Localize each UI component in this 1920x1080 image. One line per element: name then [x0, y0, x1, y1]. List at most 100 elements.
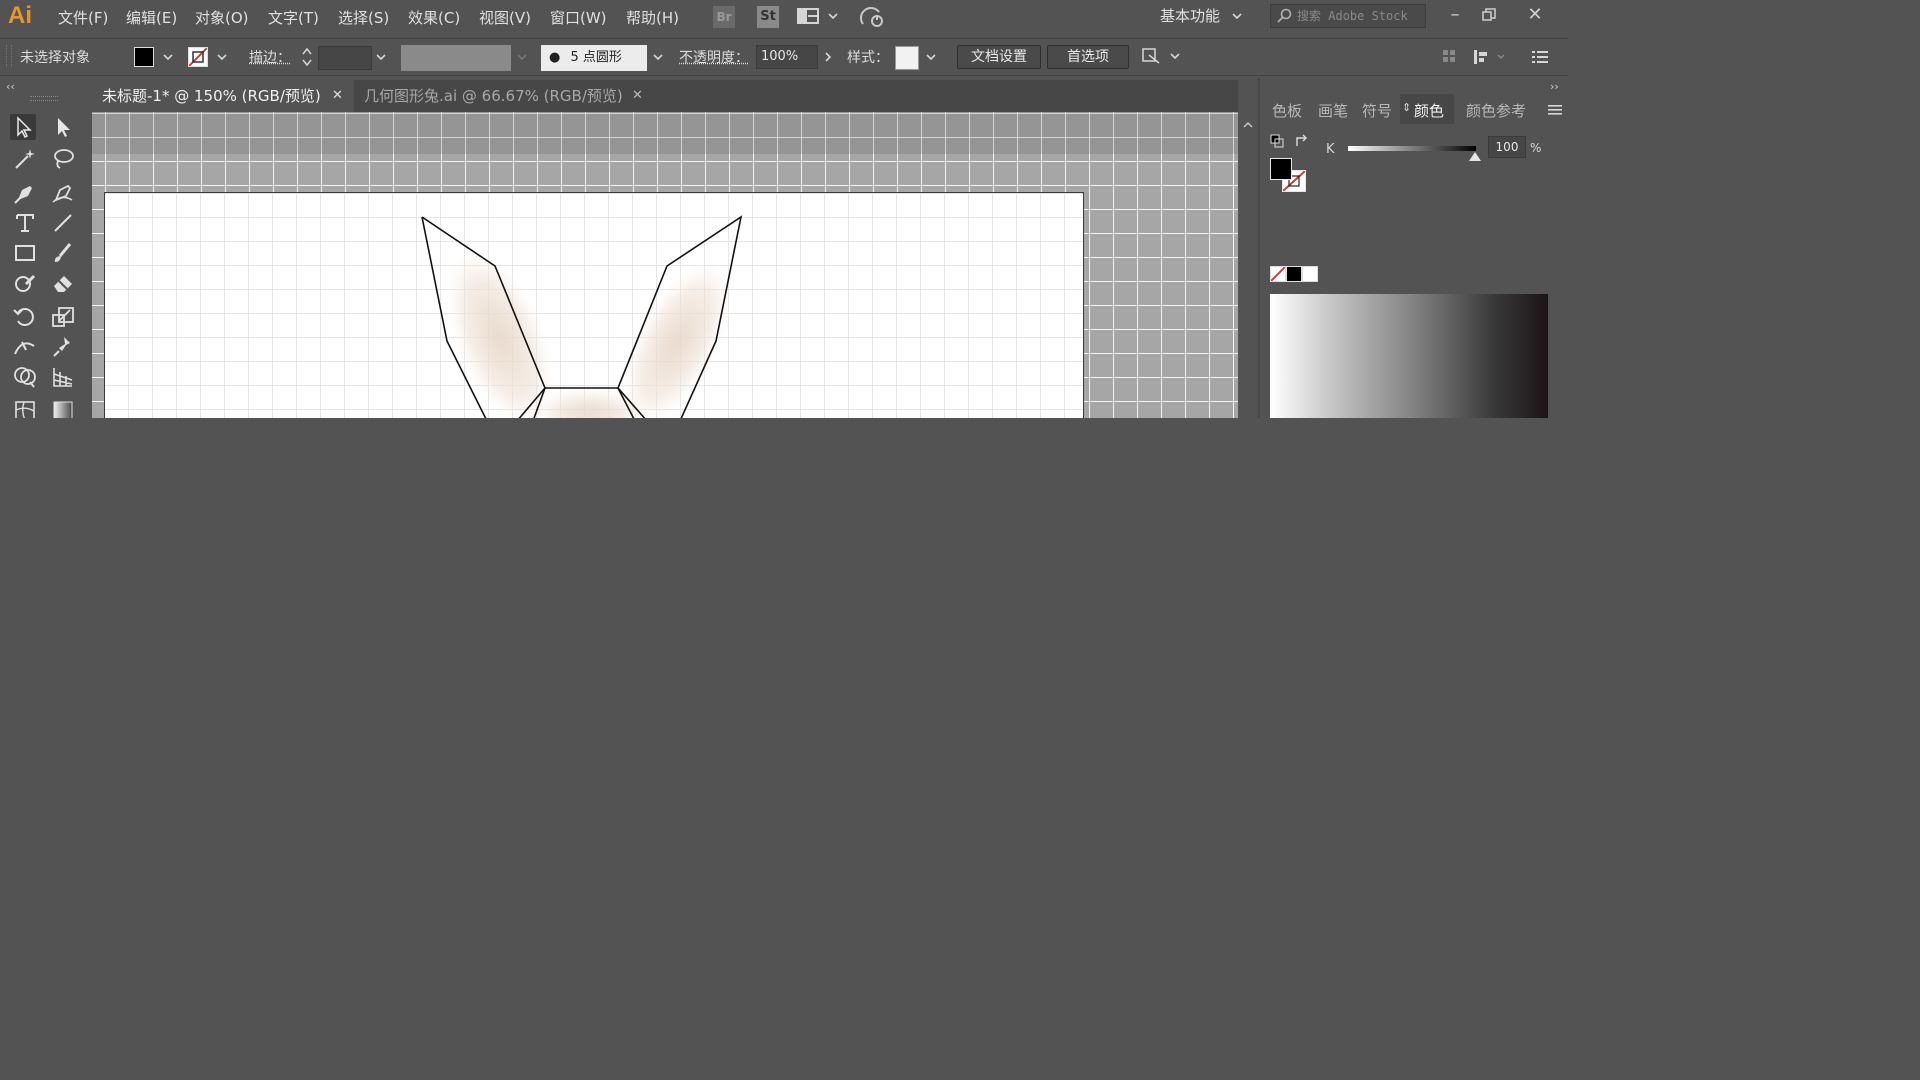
k-slider-thumb[interactable] — [1468, 150, 1482, 166]
stock-search[interactable] — [1270, 4, 1426, 28]
tab-brushes[interactable]: 画笔 — [1318, 100, 1348, 121]
tab-swatches[interactable]: 色板 — [1272, 100, 1302, 121]
stock-button[interactable]: St — [757, 6, 779, 28]
chevron-right-icon[interactable] — [822, 51, 834, 67]
menu-select[interactable]: 选择(S) — [338, 7, 389, 28]
line-segment-tool-icon[interactable] — [50, 210, 76, 236]
shape-builder-tool-icon[interactable] — [12, 364, 38, 390]
black-color-swatch[interactable] — [1286, 266, 1302, 282]
rotate-tool-icon[interactable] — [12, 304, 38, 330]
swap-colors-icon[interactable] — [1294, 134, 1310, 154]
magic-wand-tool-icon[interactable] — [12, 146, 38, 172]
puppet-warp-tool-icon[interactable] — [50, 334, 76, 360]
menu-file[interactable]: 文件(F) — [58, 7, 108, 28]
color-spectrum[interactable] — [1270, 294, 1548, 418]
chevron-down-icon[interactable] — [162, 51, 174, 67]
rectangle-tool-icon[interactable] — [12, 240, 38, 266]
k-unit-label: % — [1530, 141, 1542, 155]
lasso-tool-icon[interactable] — [50, 146, 76, 172]
brush-definition[interactable]: ● 5 点圆形 — [541, 45, 647, 71]
tab-color-active[interactable]: ⇕ 颜色 — [1400, 94, 1454, 124]
stroke-weight-field[interactable] — [318, 46, 372, 70]
panel-grip[interactable] — [30, 96, 58, 101]
panel-menu-icon[interactable] — [1548, 104, 1562, 120]
close-icon[interactable]: ✕ — [632, 80, 643, 112]
style-label: 样式： — [847, 50, 889, 66]
panel-menu-icon[interactable] — [1532, 50, 1548, 68]
menu-help[interactable]: 帮助(H) — [626, 7, 679, 28]
type-tool-icon[interactable] — [12, 210, 38, 236]
menu-view[interactable]: 视图(V) — [479, 7, 531, 28]
control-bar: 未选择对象 描边： ● 5 点圆形 不透明度： 100% 样式： 文档设置 首选… — [0, 38, 1568, 76]
curvature-tool-icon[interactable] — [50, 180, 76, 206]
shaper-tool-icon[interactable] — [12, 270, 38, 296]
align-icon[interactable] — [1442, 49, 1456, 67]
color-panel: ›› 色板 画笔 符号 ⇕ 颜色 颜色参考 K 100 % — [1258, 78, 1568, 418]
stroke-weight-stepper[interactable] — [300, 46, 314, 72]
vertical-scrollbar[interactable] — [1238, 112, 1258, 418]
chevron-down-icon[interactable] — [375, 51, 387, 67]
chevron-down-icon — [1231, 7, 1243, 25]
opacity-field[interactable]: 100% — [756, 45, 818, 69]
paintbrush-tool-icon[interactable] — [50, 240, 76, 266]
sort-arrows-icon: ⇕ — [1402, 101, 1412, 114]
minimize-icon[interactable]: – — [1442, 2, 1468, 28]
selection-tool-icon[interactable] — [10, 114, 36, 140]
default-colors-icon[interactable] — [1270, 134, 1284, 152]
chevron-down-icon[interactable] — [925, 51, 937, 67]
transform-icon[interactable] — [1472, 48, 1512, 70]
empty-workspace-area — [0, 418, 1568, 882]
bridge-button[interactable]: Br — [713, 6, 735, 28]
direct-selection-tool-icon[interactable] — [50, 114, 76, 140]
restore-icon[interactable] — [1476, 2, 1502, 28]
workspace-label: 基本功能 — [1160, 7, 1221, 25]
tab-color-guide[interactable]: 颜色参考 — [1466, 100, 1526, 121]
chevron-up-icon[interactable] — [1242, 118, 1254, 134]
expand-panel-icon[interactable]: ›› — [1550, 80, 1559, 93]
fill-swatch[interactable] — [134, 47, 154, 67]
scale-tool-icon[interactable] — [50, 304, 76, 330]
canvas-shade — [92, 112, 1238, 154]
white-color-swatch[interactable] — [1302, 266, 1318, 282]
artboard[interactable] — [104, 192, 1084, 418]
graphic-style-swatch[interactable] — [895, 46, 919, 70]
menu-object[interactable]: 对象(O) — [195, 7, 249, 28]
rabbit-ears-artwork[interactable] — [105, 193, 1085, 418]
menu-effect[interactable]: 效果(C) — [408, 7, 460, 28]
fill-color-swatch[interactable] — [1270, 158, 1292, 180]
panel-grip[interactable] — [6, 45, 12, 67]
chevron-down-icon[interactable] — [216, 51, 228, 67]
eraser-tool-icon[interactable] — [50, 270, 76, 296]
menu-edit[interactable]: 编辑(E) — [126, 7, 177, 28]
stroke-label[interactable]: 描边： — [249, 47, 291, 67]
workspace-switcher[interactable]: 基本功能 — [1160, 5, 1243, 26]
pen-tool-icon[interactable] — [12, 180, 38, 206]
tools-panel: ‹‹ — [0, 78, 90, 421]
search-icon — [1276, 8, 1294, 28]
arrange-documents-icon[interactable] — [797, 8, 841, 30]
gpu-performance-icon[interactable] — [860, 6, 886, 32]
k-slider[interactable] — [1348, 146, 1476, 151]
close-icon[interactable]: ✕ — [1522, 2, 1548, 28]
close-icon[interactable]: ✕ — [332, 80, 343, 112]
tab-untitled-1[interactable]: 未标题-1* @ 150% (RGB/预览) ✕ — [92, 80, 354, 112]
perspective-grid-tool-icon[interactable] — [50, 364, 76, 390]
none-color-swatch[interactable] — [1270, 266, 1286, 282]
variable-width-profile[interactable] — [401, 45, 511, 71]
document-setup-button[interactable]: 文档设置 — [957, 45, 1041, 69]
chevron-down-icon[interactable] — [652, 51, 664, 67]
stroke-swatch[interactable] — [188, 47, 208, 67]
isolate-object-icon[interactable] — [1141, 47, 1185, 71]
menu-window[interactable]: 窗口(W) — [550, 7, 607, 28]
k-value-field[interactable]: 100 — [1488, 136, 1526, 158]
tab-geometric-rabbit[interactable]: 几何图形兔.ai @ 66.67% (RGB/预览) ✕ — [354, 80, 654, 112]
preferences-button[interactable]: 首选项 — [1047, 45, 1129, 69]
collapse-panel-icon[interactable]: ‹‹ — [6, 80, 15, 93]
canvas[interactable] — [92, 112, 1238, 418]
search-input[interactable] — [1297, 7, 1423, 25]
tab-symbols[interactable]: 符号 — [1362, 100, 1392, 121]
width-tool-icon[interactable] — [12, 334, 38, 360]
menu-bar: Ai 文件(F) 编辑(E) 对象(O) 文字(T) 选择(S) 效果(C) 视… — [0, 0, 1568, 34]
menu-type[interactable]: 文字(T) — [268, 7, 319, 28]
opacity-label[interactable]: 不透明度： — [679, 47, 749, 67]
